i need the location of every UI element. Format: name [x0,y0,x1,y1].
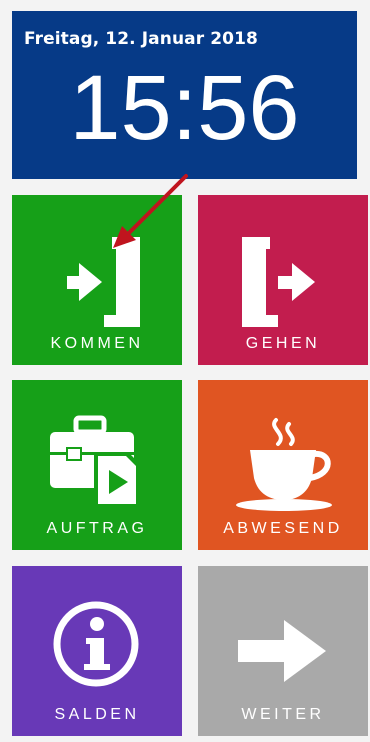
date-label: Freitag, 12. Januar 2018 [24,29,258,49]
time-display: 15:56 [69,57,300,159]
kommen-button[interactable]: KOMMEN [12,195,182,365]
gehen-button[interactable]: GEHEN [198,195,368,365]
weiter-label: WEITER [241,706,325,723]
abwesend-label: ABWESEND [223,520,343,537]
auftrag-button[interactable]: AUFTRAG [12,380,182,550]
weiter-button[interactable]: WEITER [198,566,368,736]
clock-panel: Freitag, 12. Januar 2018 15:56 [12,11,357,179]
abwesend-button[interactable]: ABWESEND [198,380,368,550]
terminal-screen: Freitag, 12. Januar 2018 15:56 KOMMEN GE… [0,0,370,742]
auftrag-label: AUFTRAG [46,520,148,537]
gehen-label: GEHEN [245,335,321,352]
salden-label: SALDEN [54,706,140,723]
salden-button[interactable]: SALDEN [12,566,182,736]
kommen-label: KOMMEN [50,335,144,352]
